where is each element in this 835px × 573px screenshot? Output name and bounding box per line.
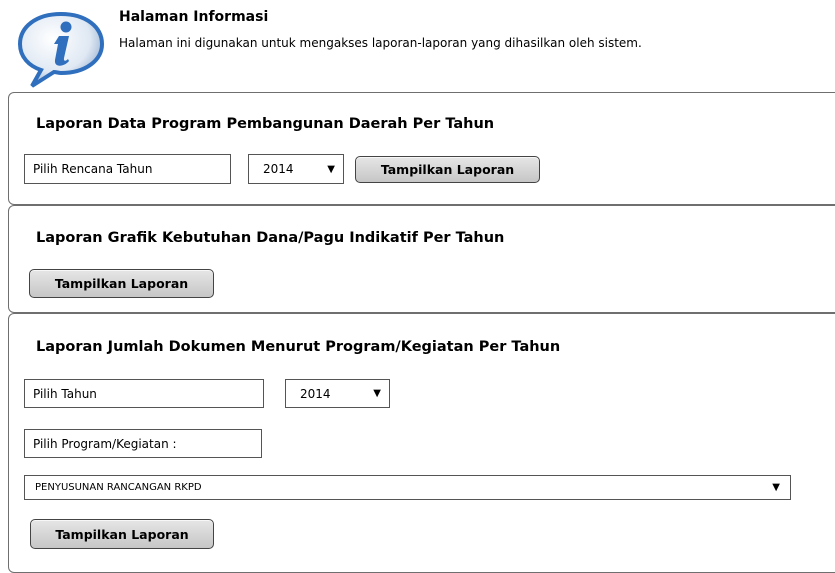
- year-select[interactable]: 2014 ▼: [285, 379, 390, 408]
- panel-title: Laporan Jumlah Dokumen Menurut Program/K…: [36, 339, 561, 355]
- program-kegiatan-select[interactable]: PENYUSUNAN RANCANGAN RKPD ▼: [24, 475, 791, 500]
- rencana-tahun-label-field: Pilih Rencana Tahun: [24, 154, 231, 184]
- info-header: Halaman Informasi Halaman ini digunakan …: [0, 0, 835, 92]
- tampilkan-laporan-button[interactable]: Tampilkan Laporan: [29, 269, 214, 298]
- panel-jumlah-dokumen: Laporan Jumlah Dokumen Menurut Program/K…: [8, 313, 835, 573]
- info-icon: [17, 11, 105, 88]
- program-select-value: PENYUSUNAN RANCANGAN RKPD: [35, 482, 202, 493]
- panel-program-pembangunan: Laporan Data Program Pembangunan Daerah …: [8, 92, 835, 205]
- chevron-down-icon: ▼: [772, 482, 780, 493]
- chevron-down-icon: ▼: [373, 388, 381, 399]
- info-title: Halaman Informasi: [119, 9, 269, 25]
- panel-title: Laporan Data Program Pembangunan Daerah …: [36, 116, 495, 132]
- chevron-down-icon: ▼: [327, 163, 335, 175]
- info-description: Halaman ini digunakan untuk mengakses la…: [119, 36, 642, 50]
- pilih-tahun-label-field: Pilih Tahun: [24, 379, 264, 408]
- panel-title: Laporan Grafik Kebutuhan Dana/Pagu Indik…: [36, 230, 505, 246]
- tampilkan-laporan-button[interactable]: Tampilkan Laporan: [355, 156, 540, 183]
- year-select-value: 2014: [263, 162, 294, 176]
- pilih-program-label-field: Pilih Program/Kegiatan :: [24, 429, 262, 458]
- tampilkan-laporan-button[interactable]: Tampilkan Laporan: [30, 519, 214, 549]
- year-select-value: 2014: [300, 386, 331, 401]
- panel-grafik-kebutuhan-dana: Laporan Grafik Kebutuhan Dana/Pagu Indik…: [8, 205, 835, 313]
- year-select[interactable]: 2014 ▼: [248, 154, 344, 184]
